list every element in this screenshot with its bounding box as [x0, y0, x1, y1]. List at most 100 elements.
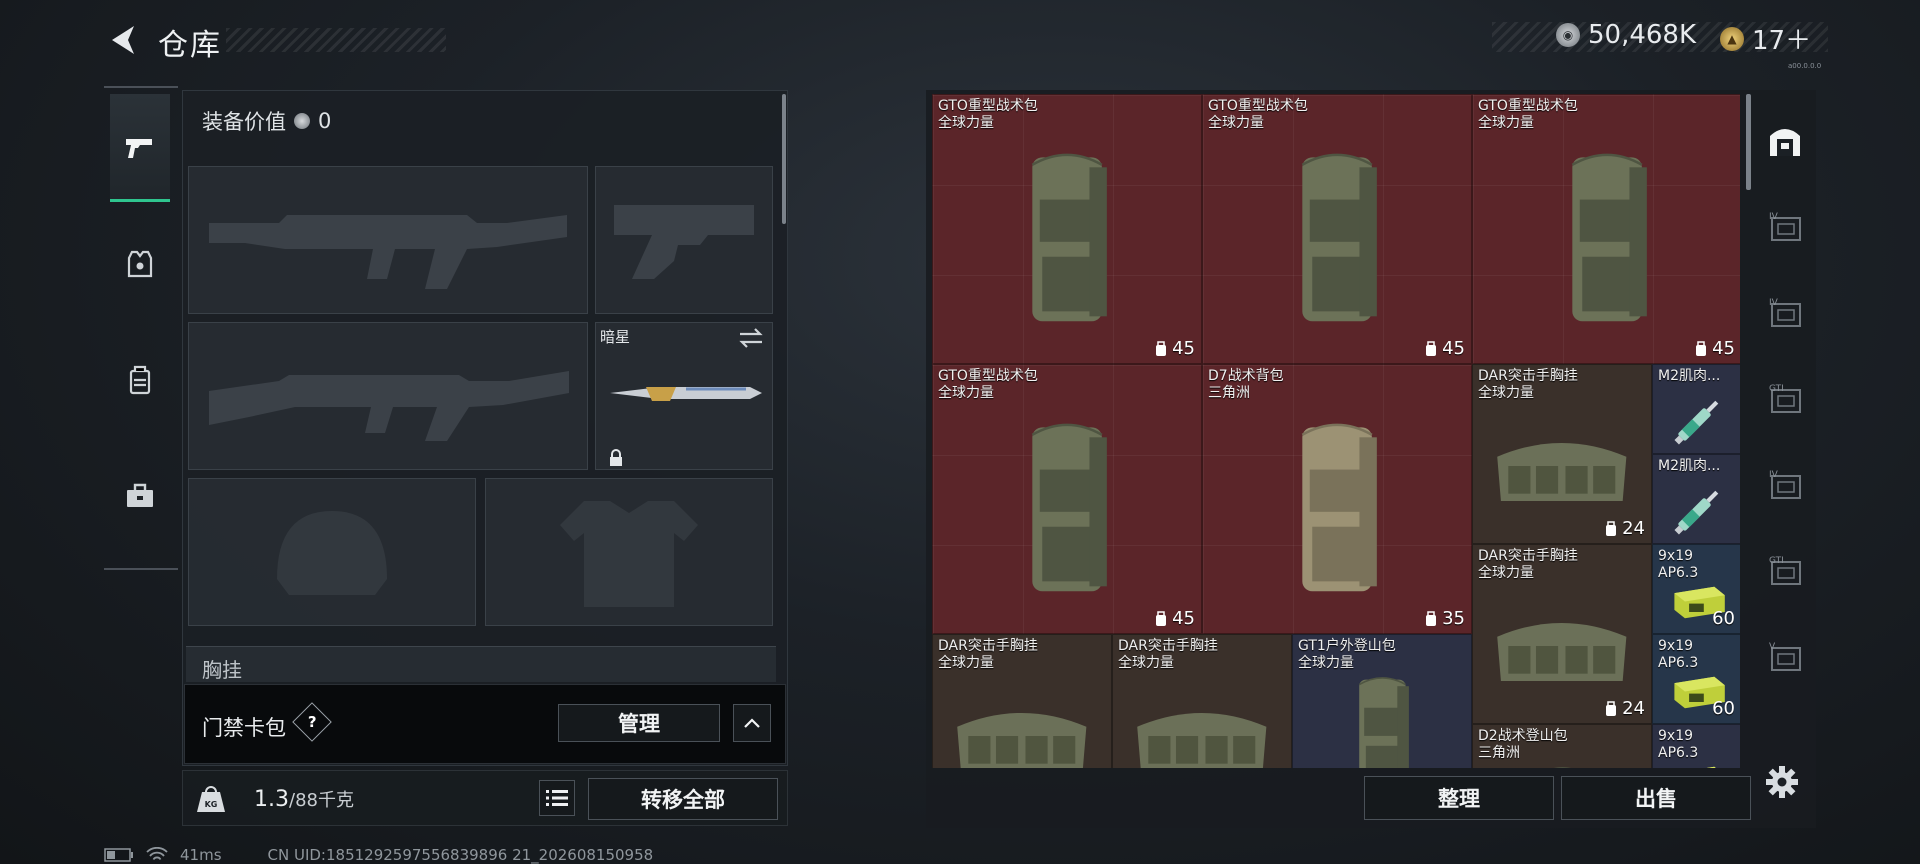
tab-armor[interactable] [110, 210, 170, 318]
item-count-value: 60 [1712, 608, 1735, 629]
storage-tab-4[interactable]: IV [1756, 442, 1814, 528]
storage-item[interactable]: DAR突击手胸挂 全球力量 [1112, 634, 1292, 768]
chevron-up-icon [744, 718, 760, 728]
storage-item[interactable]: M2肌肉... [1652, 454, 1740, 544]
item-label: GTO重型战术包 全球力量 [938, 98, 1038, 132]
sell-button[interactable]: 出售 [1561, 776, 1751, 820]
storage-item[interactable]: GTO重型战术包 全球力量 45 [932, 94, 1202, 364]
storage-case-icon: GTI [1769, 556, 1801, 585]
backpack-icon [129, 365, 151, 395]
list-icon [546, 790, 568, 806]
storage-tab-3[interactable]: GTI [1756, 356, 1814, 442]
storage-tab-5[interactable]: GTI [1756, 528, 1814, 614]
bond-display[interactable]: ▲ 17＋ [1720, 20, 1811, 57]
item-faction: AP6.3 [1658, 565, 1699, 581]
storage-item[interactable]: GTO重型战术包 全球力量 45 [932, 364, 1202, 634]
capacity-icon [1606, 700, 1617, 716]
item-faction: AP6.3 [1658, 655, 1699, 671]
tab-backpack[interactable] [110, 326, 170, 434]
item-name: M2肌肉... [1658, 458, 1721, 474]
lock-icon [610, 449, 622, 466]
item-name: GTO重型战术包 [938, 98, 1038, 114]
storage-tab-label: IV [1769, 298, 1779, 308]
item-count: 35 [1424, 608, 1465, 629]
storage-all-tab[interactable] [1756, 98, 1814, 184]
sort-button[interactable]: 整理 [1364, 776, 1554, 820]
storage-tab-label: IV [1769, 470, 1779, 480]
item-label: M2肌肉... [1658, 368, 1720, 385]
storage-item[interactable]: DAR突击手胸挂 全球力量 [932, 634, 1112, 768]
storage-tab-label: IV [1769, 212, 1779, 222]
storage-item[interactable]: DAR突击手胸挂 全球力量 24 [1472, 364, 1652, 544]
body-armor-slot[interactable] [485, 478, 773, 626]
storage-tab-6[interactable]: V [1756, 614, 1814, 700]
battery-icon [104, 848, 133, 862]
manage-button[interactable]: 管理 [558, 704, 720, 742]
storage-tab-label: GTI [1769, 384, 1784, 394]
uid-text: CN UID:1851292597556839896 21_2026081509… [267, 846, 654, 864]
capacity-icon [1696, 340, 1707, 356]
item-faction: AP6.3 [1658, 745, 1699, 761]
item-count: 24 [1604, 518, 1645, 539]
item-name: GTO重型战术包 [1478, 98, 1578, 114]
secondary-weapon-slot[interactable] [595, 166, 773, 314]
gear-icon[interactable] [1764, 764, 1800, 800]
item-faction: 全球力量 [938, 385, 994, 401]
help-glyph: ? [307, 712, 317, 731]
item-count: 24 [1604, 698, 1645, 719]
storage-item[interactable]: 9x19 AP6.3 [1652, 724, 1740, 768]
item-faction: 全球力量 [1478, 385, 1534, 401]
chest-rig-slot[interactable] [186, 646, 776, 682]
money-display[interactable]: ◉ 50,468K [1556, 20, 1696, 50]
loadout-scrollbar[interactable] [782, 94, 786, 224]
weight-text: 1.3/88千克 [254, 786, 354, 812]
item-label: 9x19 AP6.3 [1658, 548, 1698, 582]
wifi-icon [146, 847, 168, 861]
secondary-primary-slot[interactable] [188, 322, 588, 470]
list-view-button[interactable] [539, 780, 575, 816]
storage-grid: GTO重型战术包 全球力量 45 GTO重型战术包 全球力量 45 GTO重型战术包 全球力量… [932, 94, 1740, 768]
build-version: a00.0.0.0 [1788, 62, 1822, 70]
storage-tab-label: GTI [1769, 556, 1784, 566]
storage-item[interactable]: GT1户外登山包 全球力量 [1292, 634, 1472, 768]
rifle-silhouette-icon [209, 371, 569, 441]
storage-item[interactable]: M2肌肉... [1652, 364, 1740, 454]
collapse-button[interactable] [733, 704, 771, 742]
storage-item[interactable]: 9x19 AP6.3 60 [1652, 634, 1740, 724]
item-name: 9x19 [1658, 728, 1694, 744]
helmet-slot[interactable] [188, 478, 476, 626]
storage-item[interactable]: GTO重型战术包 全球力量 45 [1202, 94, 1472, 364]
item-name: D2战术登山包 [1478, 728, 1568, 744]
item-label: DAR突击手胸挂 全球力量 [1478, 368, 1578, 402]
backpack-icon [933, 95, 1201, 363]
transfer-all-button[interactable]: 转移全部 [588, 778, 778, 820]
storage-case-icon: V [1769, 642, 1801, 671]
item-label: 9x19 AP6.3 [1658, 638, 1698, 672]
item-name: M2肌肉... [1658, 368, 1721, 384]
item-faction: 全球力量 [1298, 655, 1354, 671]
storage-tab-2[interactable]: IV [1756, 270, 1814, 356]
storage-item[interactable]: D2战术登山包 三角洲 [1472, 724, 1652, 768]
primary-weapon-slot[interactable] [188, 166, 588, 314]
storage-item[interactable]: 9x19 AP6.3 60 [1652, 544, 1740, 634]
tab-toolbox[interactable] [110, 442, 170, 550]
capacity-icon [1426, 340, 1437, 356]
item-label: D7战术背包 三角洲 [1208, 368, 1284, 402]
storage-scrollbar[interactable] [1746, 94, 1751, 190]
item-faction: 全球力量 [1118, 655, 1174, 671]
item-faction: 全球力量 [938, 655, 994, 671]
storage-item[interactable]: DAR突击手胸挂 全球力量 24 [1472, 544, 1652, 724]
capacity-icon [1426, 610, 1437, 626]
chest-rig-label: 胸挂 [202, 658, 242, 682]
back-arrow-icon[interactable] [104, 22, 140, 58]
storage-tabs: IV IV GTI IV GTI V [1756, 92, 1814, 772]
storage-tab-1[interactable]: IV [1756, 184, 1814, 270]
melee-slot-label: 暗星 [600, 328, 631, 346]
backpack-icon [1203, 365, 1471, 633]
ping-value: 41ms [180, 846, 222, 864]
tab-weapons[interactable] [110, 94, 170, 202]
item-label: DAR突击手胸挂 全球力量 [1478, 548, 1578, 582]
storage-item[interactable]: GTO重型战术包 全球力量 45 [1472, 94, 1740, 364]
storage-item[interactable]: D7战术背包 三角洲 35 [1202, 364, 1472, 634]
swap-icon[interactable] [738, 327, 764, 349]
